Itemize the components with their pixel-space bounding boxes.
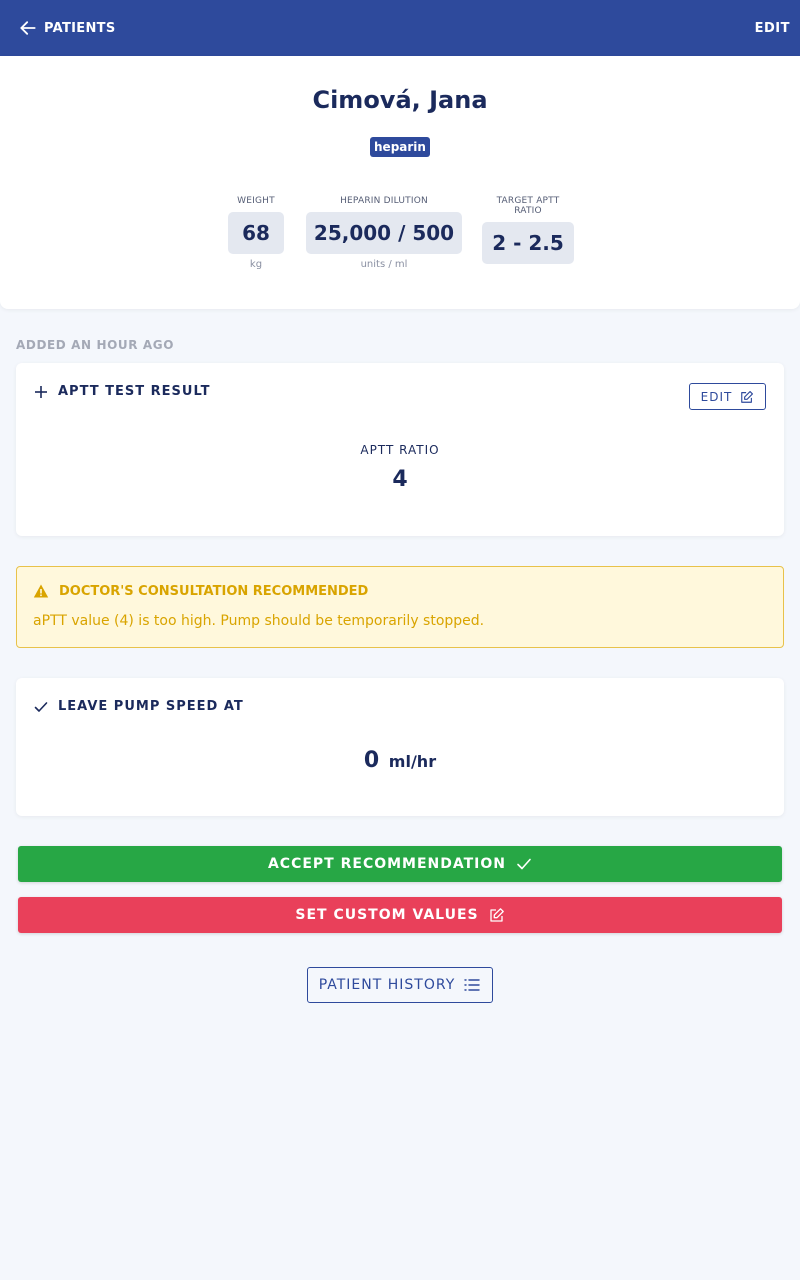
card-title-text: LEAVE PUMP SPEED AT [58,699,244,714]
aptt-ratio-label: APTT RATIO [360,443,440,457]
stat-label: TARGET APTT RATIO [496,196,560,216]
edit-result-label: EDIT [700,389,733,404]
check-icon [34,701,48,712]
top-app-bar: PATIENTS EDIT [0,0,800,56]
aptt-result-title: APTT TEST RESULT [34,384,210,399]
patient-name: Cimová, Jana [312,86,488,114]
stat-weight: WEIGHT 68 kg [228,196,284,270]
warning-triangle-icon [33,584,49,598]
list-icon [464,979,480,991]
stat-unit: units / ml [360,259,408,270]
warning-message: aPTT value (4) is too high. Pump should … [33,613,485,629]
back-to-patients-link[interactable]: PATIENTS [18,18,115,38]
patient-history-button[interactable]: PATIENT HISTORY [307,967,493,1003]
warning-title: DOCTOR'S CONSULTATION RECOMMENDED [33,583,368,599]
edit-square-icon [741,390,754,403]
aptt-result-card: APTT TEST RESULT EDIT APTT RATIO 4 [16,363,784,536]
drug-badge: heparin [370,137,430,157]
stat-unit: kg [249,259,263,270]
check-icon [517,858,531,870]
custom-label: SET CUSTOM VALUES [295,907,479,923]
edit-square-icon [489,908,504,922]
stat-target-aptt-ratio: TARGET APTT RATIO 2 - 2.5 [482,196,574,269]
stat-value: 68 [228,212,284,254]
back-label: PATIENTS [44,20,116,36]
pump-speed-card: LEAVE PUMP SPEED AT 0 ml/hr [16,678,784,816]
consultation-warning: DOCTOR'S CONSULTATION RECOMMENDED aPTT v… [16,566,784,648]
set-custom-values-button[interactable]: SET CUSTOM VALUES [18,897,782,933]
arrow-left-icon [20,21,36,35]
added-time-label: ADDED AN HOUR AGO [16,338,174,352]
plus-icon [35,385,47,398]
history-label: PATIENT HISTORY [318,977,456,993]
stat-label: WEIGHT [237,196,275,206]
warning-title-text: DOCTOR'S CONSULTATION RECOMMENDED [59,583,369,599]
stat-label: HEPARIN DILUTION [340,196,428,206]
accept-recommendation-button[interactable]: ACCEPT RECOMMENDATION [18,846,782,882]
stat-heparin-dilution: HEPARIN DILUTION 25,000 / 500 units / ml [306,196,462,270]
card-title-text: APTT TEST RESULT [58,384,211,399]
edit-result-button[interactable]: EDIT [689,383,766,410]
stat-value: 25,000 / 500 [306,212,462,254]
pump-speed-number: 0 [363,748,380,773]
stat-value: 2 - 2.5 [482,222,574,264]
pump-speed-value: 0 ml/hr [16,748,784,773]
patient-header-card: Cimová, Jana heparin WEIGHT 68 kg HEPARI… [0,56,800,309]
aptt-ratio-value: 4 [392,467,408,492]
edit-patient-button[interactable]: EDIT [755,21,790,36]
pump-speed-title: LEAVE PUMP SPEED AT [34,699,244,714]
pump-speed-unit: ml/hr [388,752,437,771]
accept-label: ACCEPT RECOMMENDATION [267,856,507,872]
